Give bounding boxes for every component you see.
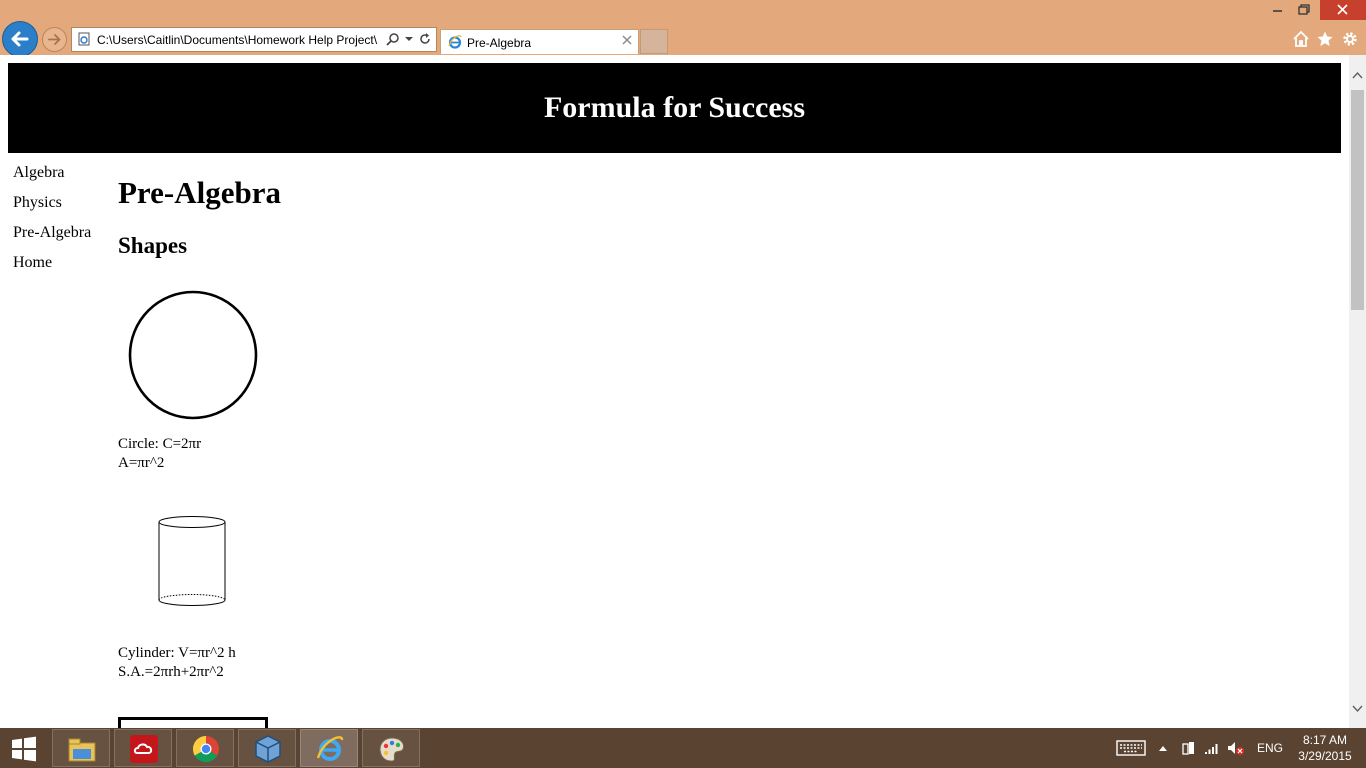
windows-taskbar: ENG 8:17 AM 3/29/2015 xyxy=(0,728,1366,768)
restore-window-icon[interactable] xyxy=(1294,0,1314,20)
clock-time: 8:17 AM xyxy=(1302,733,1348,747)
taskbar-chrome[interactable] xyxy=(176,729,234,767)
tab-pre-algebra[interactable]: Pre-Algebra xyxy=(440,29,639,54)
taskbar-paint[interactable] xyxy=(362,729,420,767)
taskbar-adobe-creative-cloud[interactable] xyxy=(114,729,172,767)
section-heading: Shapes xyxy=(118,233,188,258)
virtualbox-icon xyxy=(255,735,281,763)
chrome-icon xyxy=(192,735,219,763)
favorites-star-icon[interactable] xyxy=(1316,30,1334,48)
network-signal-icon[interactable] xyxy=(1203,740,1219,756)
forward-arrow-icon xyxy=(48,34,61,45)
back-arrow-icon xyxy=(11,31,29,47)
refresh-icon[interactable] xyxy=(418,32,432,46)
touch-keyboard-icon[interactable] xyxy=(1116,740,1146,756)
side-nav: Algebra Physics Pre-Algebra Home xyxy=(13,162,113,282)
close-window-icon xyxy=(1337,4,1348,15)
cylinder-caption: Cylinder: V=πr^2 h S.A.=2πrh+2πr^2 xyxy=(118,644,236,682)
nav-link-home[interactable]: Home xyxy=(13,252,113,282)
taskbar-file-explorer[interactable] xyxy=(52,729,110,767)
vertical-scrollbar[interactable] xyxy=(1349,55,1366,728)
web-page: Formula for Success Algebra Physics Pre-… xyxy=(0,55,1349,728)
paint-palette-icon xyxy=(379,737,404,762)
browser-toolbar: C:\Users\Caitlin\Documents\Homework Help… xyxy=(0,0,1366,57)
cylinder-formula-surface-area: S.A.=2πrh+2πr^2 xyxy=(118,664,224,680)
input-language-indicator[interactable]: ENG xyxy=(1257,741,1283,755)
new-tab-button[interactable] xyxy=(640,29,668,54)
back-button[interactable] xyxy=(2,21,38,57)
scroll-down-arrow-icon[interactable] xyxy=(1349,700,1366,717)
page-icon xyxy=(78,32,90,46)
taskbar-virtualbox[interactable] xyxy=(238,729,296,767)
clock-date: 3/29/2015 xyxy=(1298,749,1352,763)
circle-formula-area: A=πr^2 xyxy=(118,455,165,471)
site-banner: Formula for Success xyxy=(8,63,1341,153)
address-bar[interactable]: C:\Users\Caitlin\Documents\Homework Help… xyxy=(71,27,437,52)
scroll-up-arrow-icon[interactable] xyxy=(1349,67,1366,84)
show-hidden-icons-icon[interactable] xyxy=(1157,740,1169,756)
circle-formula-circumference: Circle: C=2πr xyxy=(118,436,202,452)
settings-gear-icon[interactable] xyxy=(1341,30,1359,48)
forward-button[interactable] xyxy=(42,27,67,52)
cylinder-formula-volume: Cylinder: V=πr^2 h xyxy=(118,645,236,661)
minimize-window-icon[interactable] xyxy=(1268,0,1288,20)
internet-explorer-icon xyxy=(316,736,344,761)
file-explorer-icon xyxy=(68,738,96,762)
circle-caption: Circle: C=2πr A=πr^2 xyxy=(118,435,201,473)
close-window-button[interactable] xyxy=(1320,0,1366,20)
nav-link-pre-algebra[interactable]: Pre-Algebra xyxy=(13,222,113,252)
system-clock[interactable]: 8:17 AM 3/29/2015 xyxy=(1290,732,1360,764)
cylinder-shape-image xyxy=(158,516,226,606)
nav-link-physics[interactable]: Physics xyxy=(13,192,113,222)
taskbar-internet-explorer[interactable] xyxy=(300,729,358,767)
search-icon[interactable] xyxy=(386,32,400,46)
volume-muted-icon[interactable] xyxy=(1227,740,1245,756)
circle-shape-image xyxy=(128,290,258,420)
close-tab-icon[interactable] xyxy=(620,33,634,47)
internet-explorer-icon xyxy=(448,35,462,49)
square-shape-image xyxy=(118,717,268,728)
address-url: C:\Users\Caitlin\Documents\Homework Help… xyxy=(97,33,378,47)
action-center-flag-icon[interactable] xyxy=(1180,740,1196,756)
site-title: Formula for Success xyxy=(543,91,806,124)
adobe-creative-cloud-icon xyxy=(130,735,158,763)
nav-link-algebra[interactable]: Algebra xyxy=(13,162,113,192)
scrollbar-thumb[interactable] xyxy=(1351,90,1364,310)
tab-label: Pre-Algebra xyxy=(467,36,532,50)
chevron-down-icon[interactable] xyxy=(402,32,416,46)
home-icon[interactable] xyxy=(1292,30,1310,48)
windows-start-icon[interactable] xyxy=(11,736,37,762)
page-heading: Pre-Algebra xyxy=(118,175,281,210)
